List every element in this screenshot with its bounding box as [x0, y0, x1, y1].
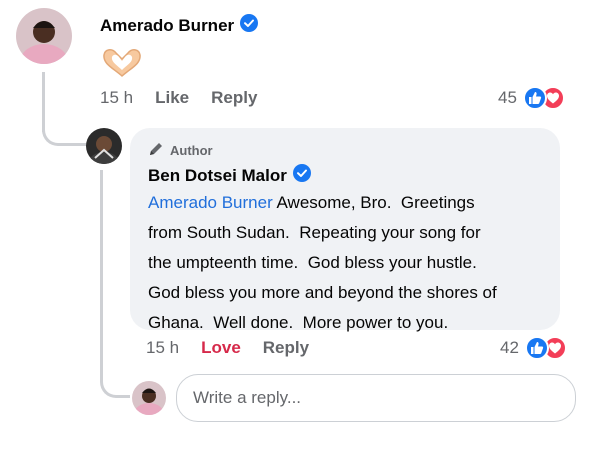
avatar-amerado-burner[interactable]: [16, 8, 72, 64]
like-button[interactable]: Like: [155, 88, 189, 108]
reply-text-line-1: Amerado Burner Awesome, Bro. Greetings: [148, 193, 475, 212]
comment-author-row: Amerado Burner: [100, 14, 259, 37]
comment-reactions[interactable]: 45: [498, 86, 565, 110]
reply-input[interactable]: [193, 388, 575, 408]
reply-actions: 15 h Love Reply: [146, 338, 331, 358]
comment-actions: 15 h Like Reply: [100, 88, 279, 108]
reply-text: Amerado Burner Awesome, Bro. Greetings f…: [148, 188, 548, 338]
current-user-avatar[interactable]: [132, 381, 166, 415]
avatar-ben-dotsei-malor[interactable]: [86, 128, 122, 164]
reply-reactions[interactable]: 42: [500, 336, 567, 360]
verified-badge-icon: [240, 14, 259, 37]
comment-timestamp[interactable]: 15 h: [100, 88, 133, 108]
reply-text-line-3: the umpteenth time. God bless your hustl…: [148, 253, 477, 272]
reaction-count: 42: [500, 338, 519, 357]
like-reaction-icon: [524, 336, 549, 360]
reply-timestamp[interactable]: 15 h: [146, 338, 179, 358]
reply-composer[interactable]: [176, 374, 576, 422]
comment-author-name[interactable]: Amerado Burner: [100, 16, 234, 36]
heart-hands-icon: [99, 46, 145, 80]
love-button[interactable]: Love: [201, 338, 241, 358]
reaction-count: 45: [498, 88, 517, 107]
reply-button[interactable]: Reply: [263, 338, 309, 358]
author-badge: Author: [148, 141, 213, 160]
pen-icon: [148, 141, 170, 160]
author-badge-label: Author: [170, 143, 213, 158]
thread-connector-reply: [42, 118, 92, 146]
thread-connector-composer: [100, 360, 130, 398]
reply-text-line-4: God bless you more and beyond the shores…: [148, 283, 497, 302]
reply-author-row: Ben Dotsei Malor: [148, 164, 311, 187]
like-reaction-icon: [522, 86, 547, 110]
reply-text-line-5: Ghana. Well done. More power to you.: [148, 313, 449, 332]
thread-line-reply: [100, 170, 103, 370]
reply-author-name[interactable]: Ben Dotsei Malor: [148, 166, 287, 186]
reply-button[interactable]: Reply: [211, 88, 257, 108]
mention-link[interactable]: Amerado Burner: [148, 193, 273, 212]
reply-text-line-2: from South Sudan. Repeating your song fo…: [148, 223, 481, 242]
verified-badge-icon: [292, 164, 311, 187]
